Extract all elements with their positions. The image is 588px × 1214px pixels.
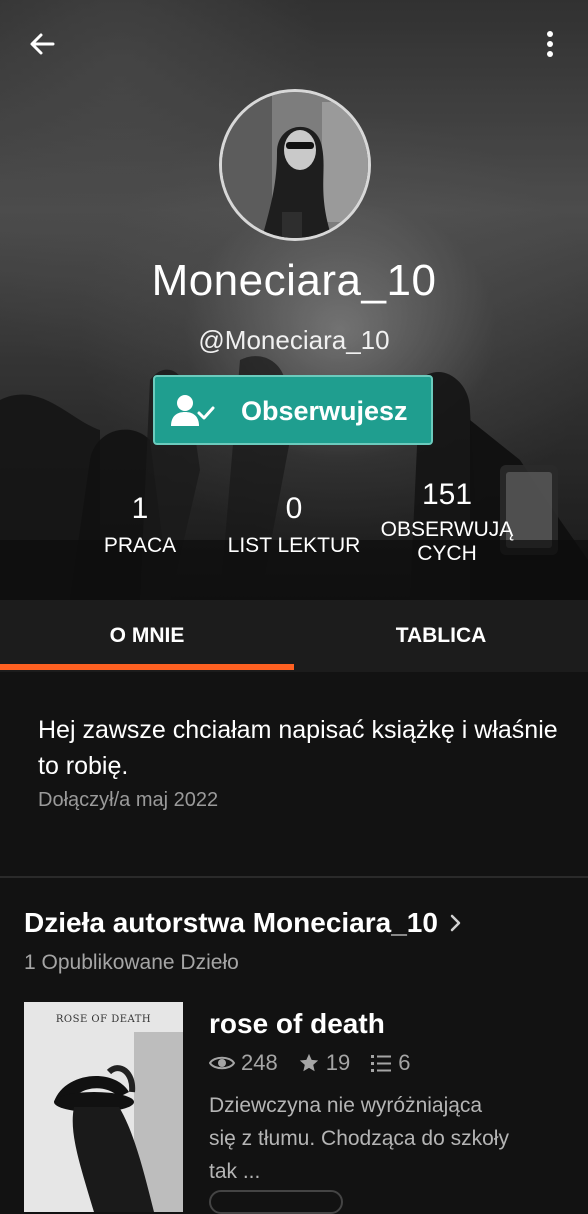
stat-followers-label-line2: CYCH	[417, 542, 477, 565]
following-button-label: Obserwujesz	[241, 396, 408, 426]
parts-value: 6	[398, 1050, 411, 1075]
works-count: 1 Opublikowane Dzieło	[24, 951, 239, 974]
story-description: Dziewczyna nie wyróżniająca się z tłumu.…	[209, 1094, 509, 1183]
section-divider	[0, 876, 588, 878]
stat-works-value: 1	[131, 492, 149, 525]
more-options-button[interactable]	[530, 24, 570, 64]
works-section-title: Dzieła autorstwa Moneciara_10	[24, 907, 438, 938]
votes-count: 19	[298, 1050, 350, 1076]
stat-followers[interactable]: 151 OBSERWUJĄ CYCH	[372, 478, 522, 566]
profile-username: Moneciara_10	[151, 256, 437, 305]
active-tab-indicator	[0, 664, 294, 670]
back-arrow-icon	[30, 33, 55, 55]
back-button[interactable]	[22, 24, 62, 64]
stat-reading-lists[interactable]: 0 LIST LEKTUR	[214, 492, 374, 558]
user-check-icon	[169, 394, 217, 433]
tab-about[interactable]: O MNIE	[0, 600, 294, 672]
joined-date: Dołączył/a maj 2022	[38, 789, 219, 811]
avatar-photo	[222, 92, 368, 238]
list-icon	[371, 1055, 392, 1072]
stat-followers-label: OBSERWUJĄ CYCH	[372, 518, 522, 566]
parts-count: 6	[370, 1050, 410, 1076]
following-button[interactable]: Obserwujesz	[153, 375, 433, 445]
story-stats: 248 19 6	[209, 1050, 430, 1076]
tab-board[interactable]: TABLICA	[294, 600, 588, 672]
story-cover-title: ROSE OF DEATH	[55, 1014, 152, 1025]
chevron-right-icon	[450, 914, 461, 932]
votes-value: 19	[325, 1050, 351, 1075]
stat-works[interactable]: 1 PRACA	[90, 492, 190, 558]
reads-count: 248	[209, 1050, 278, 1076]
profile-bio: Hej zawsze chciałam napisać książkę i wł…	[38, 716, 558, 780]
more-vertical-icon	[547, 31, 553, 57]
stat-reading-lists-value: 0	[285, 492, 303, 525]
avatar[interactable]	[219, 89, 371, 241]
profile-tabs: O MNIE TABLICA	[0, 600, 588, 672]
story-cover[interactable]: ROSE OF DEATH	[24, 1002, 183, 1212]
story-title[interactable]: rose of death	[209, 1008, 385, 1040]
stat-reading-lists-label: LIST LEKTUR	[227, 534, 361, 557]
stat-followers-label-line1: OBSERWUJĄ	[380, 518, 514, 541]
works-section-header[interactable]: Dzieła autorstwa Moneciara_10	[24, 907, 464, 939]
reads-value: 248	[241, 1050, 278, 1075]
story-cover-image	[24, 1002, 183, 1212]
eye-icon	[209, 1056, 235, 1070]
stat-works-label: PRACA	[103, 534, 177, 557]
story-tag[interactable]	[209, 1190, 343, 1214]
stat-followers-value: 151	[421, 478, 473, 511]
star-icon	[299, 1053, 318, 1072]
profile-handle: @Moneciara_10	[198, 325, 390, 355]
